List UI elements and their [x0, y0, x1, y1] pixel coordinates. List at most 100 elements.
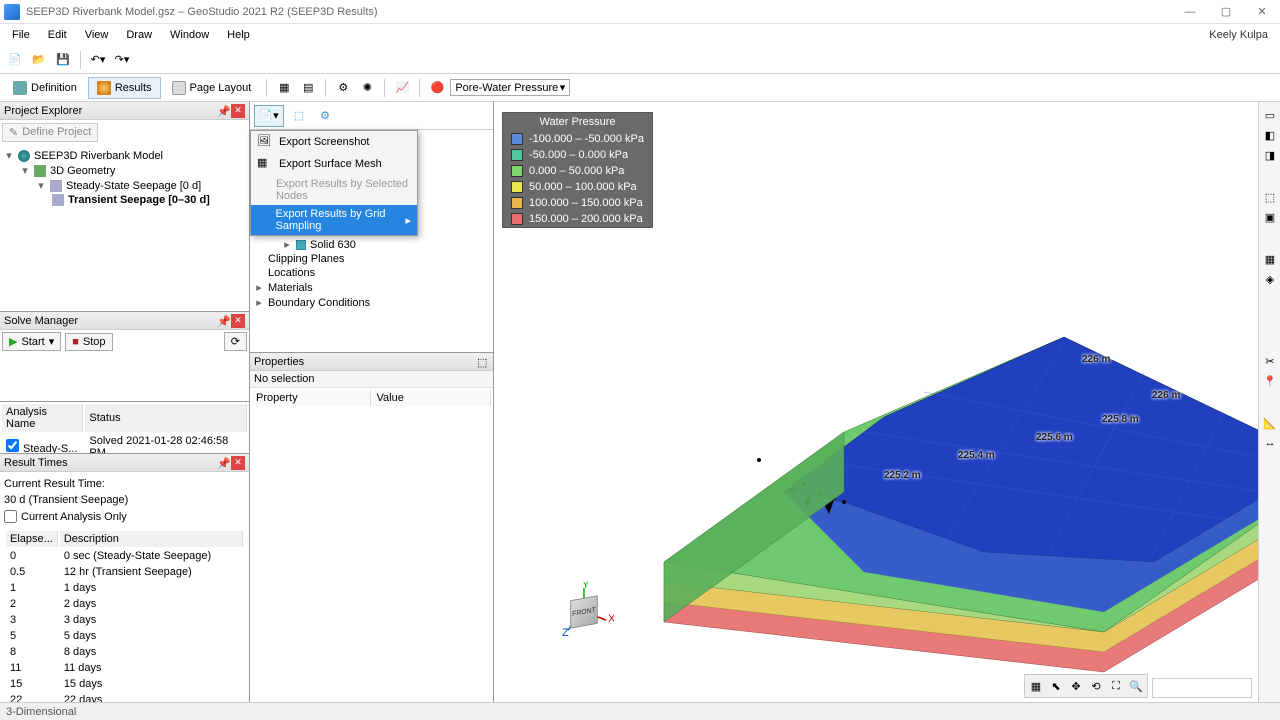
zoom-icon[interactable]: 🔍 — [1127, 677, 1145, 695]
start-button[interactable]: ▶ Start ▾ — [2, 332, 61, 351]
table-row[interactable]: Steady-S... Solved 2021-01-28 02:46:58 P… — [2, 434, 247, 454]
grid-toggle-icon[interactable]: ▦ — [1027, 677, 1045, 695]
pin-icon[interactable]: 📌 — [217, 315, 229, 327]
side-tool-4-icon[interactable]: ⬚ — [1261, 188, 1279, 206]
menu-view[interactable]: View — [77, 27, 117, 43]
tree-root[interactable]: ▾ SEEP3D Riverbank Model — [4, 148, 245, 163]
contour-variable-select[interactable]: Pore-Water Pressure ▾ — [450, 79, 570, 96]
menu-export-surface-mesh[interactable]: ▦ Export Surface Mesh — [251, 153, 417, 175]
side-tool-11-icon[interactable]: ↔ — [1261, 434, 1279, 452]
table-row[interactable]: 2222 days — [6, 693, 243, 702]
col-status[interactable]: Status — [85, 404, 247, 432]
menu-draw[interactable]: Draw — [118, 27, 160, 43]
table-row[interactable]: 88 days — [6, 645, 243, 659]
tab-page-layout[interactable]: Page Layout — [163, 77, 261, 99]
open-file-icon[interactable]: 📂 — [28, 49, 50, 71]
table-row[interactable]: 22 days — [6, 597, 243, 611]
pointer-icon[interactable]: ⬉ — [1047, 677, 1065, 695]
panel-close-icon[interactable]: ✕ — [231, 314, 245, 328]
side-tool-5-icon[interactable]: ▣ — [1261, 208, 1279, 226]
table-row[interactable]: 11 days — [6, 581, 243, 595]
view-cube[interactable]: FRONT — [570, 595, 598, 628]
collapse-icon[interactable]: ▾ — [36, 179, 46, 192]
side-tool-7-icon[interactable]: ◈ — [1261, 270, 1279, 288]
side-tool-1-icon[interactable]: ▭ — [1261, 106, 1279, 124]
undo-icon[interactable]: ↶▾ — [87, 49, 109, 71]
cube-icon — [34, 165, 46, 177]
chart-icon[interactable]: 📈 — [391, 77, 413, 99]
col-elapsed[interactable]: Elapse... — [6, 531, 58, 547]
table-row[interactable]: 1111 days — [6, 661, 243, 675]
close-button[interactable]: ✕ — [1248, 2, 1276, 22]
table-row[interactable]: 0.512 hr (Transient Seepage) — [6, 565, 243, 579]
fit-icon[interactable]: ⛶ — [1107, 677, 1125, 695]
rotate-icon[interactable]: ⟲ — [1087, 677, 1105, 695]
col-description[interactable]: Description — [60, 531, 243, 547]
menu-export-grid-sampling[interactable]: Export Results by Grid Sampling ▸ — [251, 205, 417, 235]
tree-geometry[interactable]: ▾ 3D Geometry — [4, 163, 245, 178]
tab-definition[interactable]: Definition — [4, 77, 86, 99]
elevation-label: 225.8 m — [1102, 414, 1139, 425]
tool-gear-2-icon[interactable]: ✺ — [356, 77, 378, 99]
minimize-button[interactable]: — — [1176, 2, 1204, 22]
move-icon[interactable]: ✥ — [1067, 677, 1085, 695]
legend-swatch — [511, 197, 523, 209]
menu-edit[interactable]: Edit — [40, 27, 75, 43]
export-dropdown-button[interactable]: 📄 ▾ — [254, 105, 284, 127]
menu-file[interactable]: File — [4, 27, 38, 43]
current-analysis-only-checkbox[interactable] — [4, 510, 17, 523]
new-file-icon[interactable]: 📄 — [4, 49, 26, 71]
maximize-button[interactable]: ▢ — [1212, 2, 1240, 22]
scene-clipping-planes[interactable]: Clipping Planes — [254, 252, 489, 266]
define-project-button[interactable]: ✎ Define Project — [2, 123, 98, 142]
tool-gear-1-icon[interactable]: ⚙ — [332, 77, 354, 99]
grid-icon[interactable]: ▦ — [273, 77, 295, 99]
redo-icon[interactable]: ↷▾ — [111, 49, 133, 71]
col-property: Property — [252, 390, 371, 406]
panel-close-icon[interactable]: ✕ — [231, 104, 245, 118]
side-tool-8-icon[interactable]: ✂ — [1261, 352, 1279, 370]
table-row[interactable]: 00 sec (Steady-State Seepage) — [6, 549, 243, 563]
table-row[interactable]: 55 days — [6, 629, 243, 643]
settings-icon[interactable]: ⚙ — [314, 105, 336, 127]
scene-materials[interactable]: ▸Materials — [254, 280, 489, 295]
side-tool-6-icon[interactable]: ▦ — [1261, 250, 1279, 268]
refresh-button[interactable]: ⟳ — [224, 332, 247, 351]
collapse-icon[interactable]: ▾ — [4, 149, 14, 162]
side-tool-9-icon[interactable]: 📍 — [1261, 372, 1279, 390]
menu-export-screenshot[interactable]: 🖼 Export Screenshot — [251, 131, 417, 153]
pin-icon[interactable]: ⬚ — [477, 356, 489, 368]
scene-boundary-conditions[interactable]: ▸Boundary Conditions — [254, 295, 489, 310]
tree-transient[interactable]: Transient Seepage [0–30 d] — [4, 193, 245, 207]
table-row[interactable]: 1515 days — [6, 677, 243, 691]
contour-icon[interactable]: 🔴 — [426, 77, 448, 99]
status-bar: 3-Dimensional — [0, 702, 1280, 720]
scene-locations[interactable]: Locations — [254, 266, 489, 280]
panel-close-icon[interactable]: ✕ — [231, 456, 245, 470]
current-result-time-label: Current Result Time: — [4, 476, 245, 492]
solve-manager-title: Solve Manager — [4, 315, 78, 327]
side-tool-2-icon[interactable]: ◧ — [1261, 126, 1279, 144]
side-tool-3-icon[interactable]: ◨ — [1261, 146, 1279, 164]
scene-solid[interactable]: ▸Solid 630 — [254, 237, 489, 252]
save-file-icon[interactable]: 💾 — [52, 49, 74, 71]
side-tool-10-icon[interactable]: 📐 — [1261, 414, 1279, 432]
pin-icon[interactable]: 📌 — [217, 457, 229, 469]
table-row[interactable]: 33 days — [6, 613, 243, 627]
menu-window[interactable]: Window — [162, 27, 217, 43]
menu-help[interactable]: Help — [219, 27, 258, 43]
cube-tool-icon[interactable]: ⬚ — [288, 105, 310, 127]
pin-icon[interactable]: 📌 — [217, 105, 229, 117]
axes-gizmo[interactable]: X Y Z FRONT — [554, 582, 614, 642]
viewport-input[interactable] — [1152, 678, 1252, 698]
collapse-icon[interactable]: ▾ — [20, 164, 30, 177]
table-icon[interactable]: ▤ — [297, 77, 319, 99]
stop-button[interactable]: ■ Stop — [65, 333, 112, 351]
refresh-icon: ⟳ — [231, 335, 240, 348]
tab-results[interactable]: Results — [88, 77, 161, 99]
legend-swatch — [511, 213, 523, 225]
col-analysis-name[interactable]: Analysis Name — [2, 404, 83, 432]
viewport-3d[interactable]: Water Pressure -100.000 – -50.000 kPa -5… — [494, 102, 1258, 702]
row-checkbox[interactable] — [6, 439, 19, 452]
tree-steady-state[interactable]: ▾ Steady-State Seepage [0 d] — [4, 178, 245, 193]
